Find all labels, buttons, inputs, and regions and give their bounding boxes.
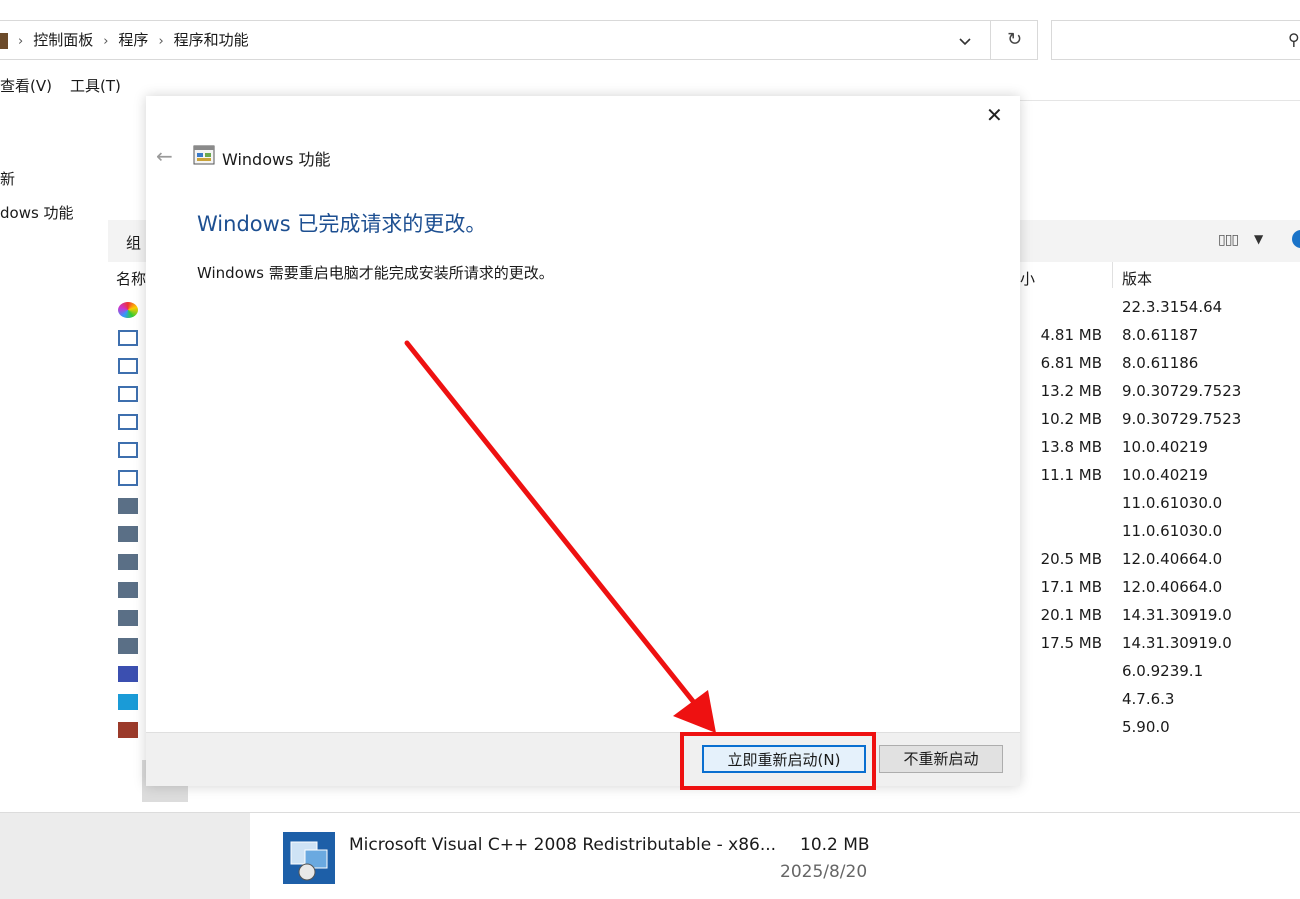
chevron-down-icon[interactable] <box>955 31 975 51</box>
program-version: 8.0.61186 <box>1122 354 1199 372</box>
archive-icon <box>118 722 138 738</box>
program-version: 9.0.30729.7523 <box>1122 382 1242 400</box>
setup-icon <box>118 610 138 626</box>
restart-later-button[interactable]: 不重新启动 <box>879 745 1003 773</box>
program-version: 11.0.61030.0 <box>1122 494 1223 512</box>
view-dropdown-icon[interactable]: ▼ <box>1254 232 1263 246</box>
installer-icon <box>118 470 138 486</box>
menu-bar: 查看(V) 工具(T) <box>0 74 139 98</box>
breadcrumb-programs-features[interactable]: 程序和功能 <box>174 20 249 60</box>
column-header-size[interactable]: 小 <box>1020 268 1035 289</box>
setup-icon <box>118 526 138 542</box>
program-version: 8.0.61187 <box>1122 326 1199 344</box>
breadcrumb-programs[interactable]: 程序 <box>118 20 148 60</box>
column-divider[interactable] <box>1112 262 1113 288</box>
annotation-highlight-box <box>680 732 876 790</box>
program-version: 12.0.40664.0 <box>1122 578 1223 596</box>
organize-button[interactable]: 组 <box>126 232 141 253</box>
program-version: 12.0.40664.0 <box>1122 550 1223 568</box>
program-version: 11.0.61030.0 <box>1122 522 1223 540</box>
windows-features-icon <box>193 145 215 165</box>
refresh-icon[interactable]: ↻ <box>990 20 1038 60</box>
installer-icon <box>118 386 138 402</box>
view-options-icon[interactable]: ▯▯▯ <box>1218 232 1239 248</box>
left-pane-item[interactable]: 新 <box>0 168 15 189</box>
setup-icon <box>118 498 138 514</box>
windows-features-dialog <box>146 96 1020 786</box>
search-icon[interactable]: ⚲ <box>1288 30 1300 49</box>
dialog-heading: Windows 已完成请求的更改。 <box>197 212 487 236</box>
search-input[interactable] <box>1051 20 1300 60</box>
setup-icon <box>118 554 138 570</box>
program-version: 22.3.3154.64 <box>1122 298 1223 316</box>
installer-icon <box>118 442 138 458</box>
breadcrumb-separator: › <box>158 34 164 49</box>
program-version: 14.31.30919.0 <box>1122 634 1232 652</box>
left-pane-item-windows-features[interactable]: dows 功能 <box>0 202 74 223</box>
installer-icon <box>283 832 335 884</box>
dialog-message: Windows 需要重启电脑才能完成安装所请求的更改。 <box>197 264 554 282</box>
setup-icon <box>118 582 138 598</box>
breadcrumb-control-panel[interactable]: 控制面板 <box>33 20 93 60</box>
details-pane-left <box>0 813 250 899</box>
menu-view[interactable]: 查看(V) <box>0 77 52 95</box>
breadcrumb: › 控制面板 › 程序 › 程序和功能 <box>0 20 259 60</box>
folder-icon <box>0 32 8 49</box>
installer-icon <box>118 330 138 346</box>
column-header-version[interactable]: 版本 <box>1122 268 1152 289</box>
program-version: 6.0.9239.1 <box>1122 662 1204 680</box>
program-version: 9.0.30729.7523 <box>1122 410 1242 428</box>
back-arrow-icon[interactable]: ← <box>156 144 173 168</box>
column-header-name[interactable]: 名称 <box>116 268 146 289</box>
setup-icon <box>118 638 138 654</box>
menu-tools[interactable]: 工具(T) <box>70 77 121 95</box>
program-version: 10.0.40219 <box>1122 438 1208 456</box>
app-icon-blue <box>118 694 138 710</box>
installer-icon <box>118 414 138 430</box>
program-version: 10.0.40219 <box>1122 466 1208 484</box>
breadcrumb-separator: › <box>103 34 109 49</box>
close-icon[interactable]: ✕ <box>986 103 1003 127</box>
details-program-name: Microsoft Visual C++ 2008 Redistributabl… <box>349 835 777 855</box>
program-version: 4.7.6.3 <box>1122 690 1175 708</box>
installer-icon <box>118 358 138 374</box>
vb-icon <box>118 666 138 682</box>
details-program-size: 10.2 MB <box>800 835 870 855</box>
dialog-title: Windows 功能 <box>222 150 331 169</box>
program-version: 14.31.30919.0 <box>1122 606 1232 624</box>
breadcrumb-separator: › <box>18 34 24 49</box>
details-install-date: 2025/8/20 <box>780 862 868 882</box>
program-version: 5.90.0 <box>1122 718 1170 736</box>
app-icon-colorful <box>118 302 138 318</box>
